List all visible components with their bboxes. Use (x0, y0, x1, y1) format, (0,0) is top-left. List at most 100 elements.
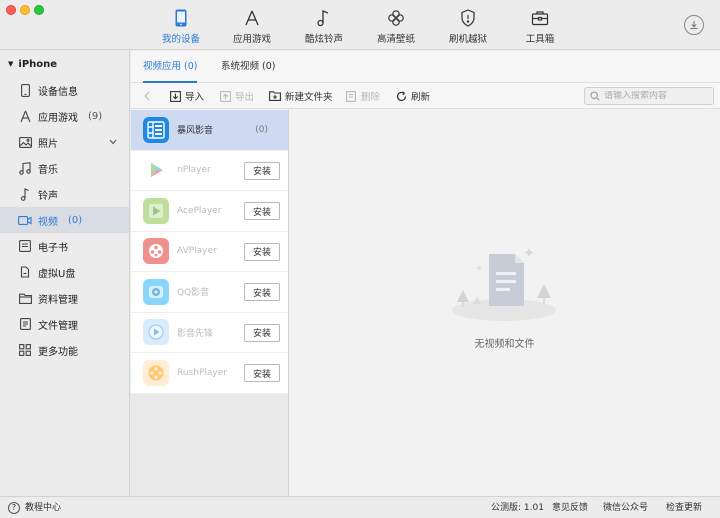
toolbar: 导入 导出 新建文件夹 删除 刷新 (131, 83, 720, 109)
video-icon (18, 213, 32, 227)
search-icon (590, 91, 600, 101)
music-icon (18, 161, 32, 175)
photo-icon (18, 135, 32, 149)
download-icon (689, 20, 699, 30)
import-button[interactable]: 导入 (169, 83, 204, 109)
nav-tab-my-device[interactable]: 我的设备 (145, 8, 217, 46)
install-button[interactable]: 安装 (244, 323, 280, 342)
sidebar-item-photos[interactable]: 照片 (0, 129, 129, 155)
sidebar-item-virtual-usb[interactable]: 虚拟U盘 (0, 259, 129, 285)
folder-icon (18, 291, 32, 305)
phone-icon (145, 8, 217, 28)
nav-tab-ringtones[interactable]: 酷炫铃声 (288, 8, 360, 46)
shield-icon (432, 8, 504, 28)
install-button[interactable]: 安装 (244, 161, 280, 180)
nplayer-app-icon (143, 157, 169, 184)
install-button[interactable]: 安装 (244, 202, 280, 220)
usb-drive-icon (18, 265, 32, 279)
app-row-avplayer[interactable]: AVPlayer 安装 (131, 232, 288, 272)
new-folder-button[interactable]: 新建文件夹 (269, 83, 333, 109)
window-zoom-button[interactable] (34, 5, 44, 15)
install-button[interactable]: 安装 (244, 283, 280, 301)
sidebar-item-label: 电子书 (38, 242, 68, 254)
sidebar-item-count: (0) (68, 214, 83, 226)
music-note-icon (288, 8, 360, 28)
refresh-icon (395, 90, 407, 102)
main-content: 视频应用 (0) 系统视频 (0) 导入 导出 新建文件夹 删除 刷新 请输入搜… (131, 51, 720, 496)
window-close-button[interactable] (6, 5, 16, 15)
tutorial-center-link[interactable]: ? 教程中心 (8, 497, 61, 518)
tab-video-apps[interactable]: 视频应用 (0) (143, 51, 198, 83)
new-folder-icon (269, 90, 281, 102)
sub-tab-bar: 视频应用 (0) 系统视频 (0) (131, 51, 720, 83)
nav-tab-toolbox[interactable]: 工具箱 (504, 8, 576, 46)
install-button[interactable]: 安装 (244, 242, 280, 261)
sidebar-item-count: (9) (88, 110, 103, 122)
window-minimize-button[interactable] (20, 5, 30, 15)
new-folder-label: 新建文件夹 (285, 92, 333, 103)
sidebar-item-data-management[interactable]: 资料管理 (0, 285, 129, 311)
app-store-icon (216, 8, 288, 28)
nav-tab-wallpapers[interactable]: 高清壁纸 (360, 8, 432, 46)
export-button[interactable]: 导出 (219, 83, 254, 109)
app-row-nplayer[interactable]: nPlayer 安装 (131, 151, 288, 191)
sidebar-item-apps-games[interactable]: 应用游戏 (9) (0, 103, 129, 129)
top-navigation-bar: 我的设备 应用游戏 酷炫铃声 高清壁纸 刷机越狱 工具箱 (0, 0, 720, 50)
device-header[interactable]: ▼ iPhone (0, 51, 129, 77)
nav-tab-apps-games[interactable]: 应用游戏 (216, 8, 288, 46)
tab-system-videos[interactable]: 系统视频 (0) (221, 51, 275, 83)
install-button[interactable]: 安装 (244, 364, 280, 382)
bell-note-icon (18, 187, 32, 201)
trash-icon (345, 90, 357, 102)
sidebar-item-label: 设备信息 (38, 86, 78, 98)
toolbox-icon (504, 8, 576, 28)
sidebar-item-music[interactable]: 音乐 (0, 155, 129, 181)
app-name: 暴风影音 (177, 126, 214, 137)
chevron-down-icon[interactable] (109, 137, 117, 148)
rushplayer-app-icon (143, 359, 169, 386)
empty-state-message: 无视频和文件 (474, 339, 535, 350)
sidebar-item-device-info[interactable]: 设备信息 (0, 77, 129, 103)
feedback-link[interactable]: 意见反馈 (552, 497, 588, 518)
device-name: iPhone (18, 58, 58, 70)
import-icon (169, 90, 181, 102)
app-row-baofeng[interactable]: 暴风影音 (0) (131, 110, 288, 151)
sidebar-item-videos[interactable]: 视频 (0) (0, 207, 129, 233)
app-name: RushPlayer (177, 367, 227, 378)
nav-tab-label: 应用游戏 (232, 34, 271, 45)
app-name: nPlayer (177, 165, 211, 176)
file-icon (18, 317, 32, 331)
sidebar-item-label: 更多功能 (38, 346, 78, 358)
import-label: 导入 (185, 92, 205, 103)
nav-tab-label: 高清壁纸 (376, 34, 415, 45)
sidebar-item-ebooks[interactable]: 电子书 (0, 233, 129, 259)
nav-tab-jailbreak[interactable]: 刷机越狱 (432, 8, 504, 46)
video-app-list: 暴风影音 (0) nPlayer 安装 AcePlayer 安装 AVPlaye… (131, 110, 289, 496)
search-box[interactable] (584, 87, 714, 105)
sidebar-item-label: 视频 (38, 216, 58, 228)
sidebar-item-file-management[interactable]: 文件管理 (0, 311, 129, 337)
aceplayer-app-icon (143, 197, 169, 224)
refresh-label: 刷新 (411, 92, 431, 103)
sidebar-item-ringtones[interactable]: 铃声 (0, 181, 129, 207)
app-row-qqplayer[interactable]: QQ影音 安装 (131, 272, 288, 313)
app-row-aceplayer[interactable]: AcePlayer 安装 (131, 191, 288, 232)
nav-tab-label: 工具箱 (525, 34, 555, 45)
wechat-link[interactable]: 微信公众号 (603, 497, 648, 518)
sidebar-item-label: 照片 (38, 138, 58, 150)
qqplayer-app-icon (143, 278, 169, 305)
app-name: AVPlayer (177, 246, 217, 257)
back-button[interactable] (141, 83, 157, 109)
xfplay-app-icon (143, 319, 169, 346)
search-input[interactable] (604, 91, 704, 101)
app-row-rushplayer[interactable]: RushPlayer 安装 (131, 353, 288, 394)
delete-button[interactable]: 删除 (345, 83, 380, 109)
sidebar-item-more-features[interactable]: 更多功能 (0, 337, 129, 363)
baofeng-app-icon (143, 116, 169, 143)
check-update-link[interactable]: 检查更新 (666, 497, 702, 518)
download-manager-button[interactable] (684, 15, 704, 35)
refresh-button[interactable]: 刷新 (395, 83, 430, 109)
app-row-xfplay[interactable]: 影音先锋 安装 (131, 313, 288, 353)
sidebar-item-label: 铃声 (38, 190, 58, 202)
version-text: 公测版: 1.01 (491, 503, 544, 513)
